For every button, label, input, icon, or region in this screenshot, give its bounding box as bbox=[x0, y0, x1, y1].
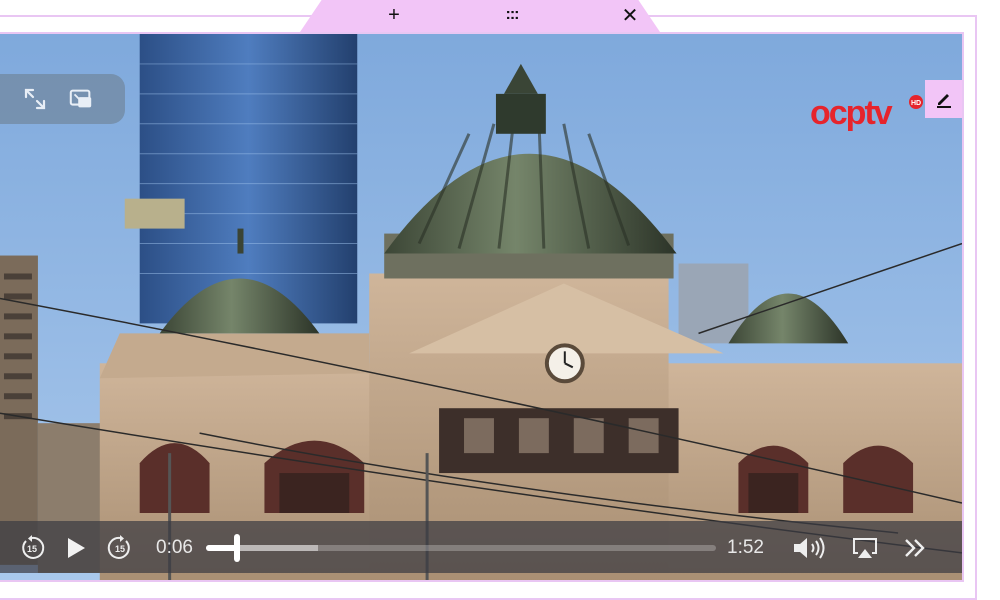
fullscreen-icon bbox=[24, 88, 46, 110]
plus-icon: + bbox=[388, 3, 400, 26]
volume-button[interactable] bbox=[790, 533, 830, 563]
pip-icon bbox=[69, 89, 92, 108]
window-toolbar: + ::: ✕ bbox=[300, 0, 660, 32]
airplay-icon bbox=[853, 538, 877, 558]
played-bar bbox=[206, 545, 237, 551]
skip-back-button[interactable]: 15 bbox=[18, 534, 46, 562]
skip-back-label: 15 bbox=[27, 544, 37, 554]
edit-button[interactable] bbox=[925, 80, 962, 118]
drag-handle[interactable]: ::: bbox=[497, 2, 527, 28]
skip-forward-button[interactable]: 15 bbox=[106, 534, 134, 562]
video-player[interactable]: ocptv HD bbox=[0, 32, 964, 582]
skip-forward-label: 15 bbox=[115, 544, 125, 554]
current-time: 0:06 bbox=[156, 537, 193, 558]
skip-back-icon: 15 bbox=[22, 535, 45, 559]
close-button[interactable]: ✕ bbox=[618, 2, 642, 28]
channel-logo: ocptv HD bbox=[810, 94, 923, 132]
progress-track[interactable] bbox=[206, 545, 716, 551]
volume-icon bbox=[794, 537, 825, 559]
scrubber-thumb[interactable] bbox=[233, 534, 240, 562]
play-icon bbox=[68, 538, 85, 558]
add-button[interactable]: + bbox=[382, 2, 406, 28]
play-button[interactable] bbox=[62, 534, 90, 562]
airplay-button[interactable] bbox=[850, 533, 880, 563]
skip-forward-icon: 15 bbox=[107, 535, 130, 559]
fast-forward-button[interactable] bbox=[900, 533, 930, 563]
edit-icon bbox=[937, 94, 951, 108]
pip-button[interactable] bbox=[68, 86, 94, 112]
fullscreen-button[interactable] bbox=[22, 86, 48, 112]
logo-text: ocptv bbox=[810, 94, 893, 132]
close-icon: ✕ bbox=[621, 4, 639, 27]
toolbar-background bbox=[300, 0, 660, 32]
duration: 1:52 bbox=[727, 537, 764, 558]
drag-handle-icon: ::: bbox=[505, 6, 520, 23]
playback-controls: 15 15 0:06 1:52 bbox=[0, 521, 962, 573]
pip-controls bbox=[0, 74, 125, 124]
logo-badge: HD bbox=[911, 100, 921, 107]
fast-forward-icon bbox=[905, 539, 925, 557]
